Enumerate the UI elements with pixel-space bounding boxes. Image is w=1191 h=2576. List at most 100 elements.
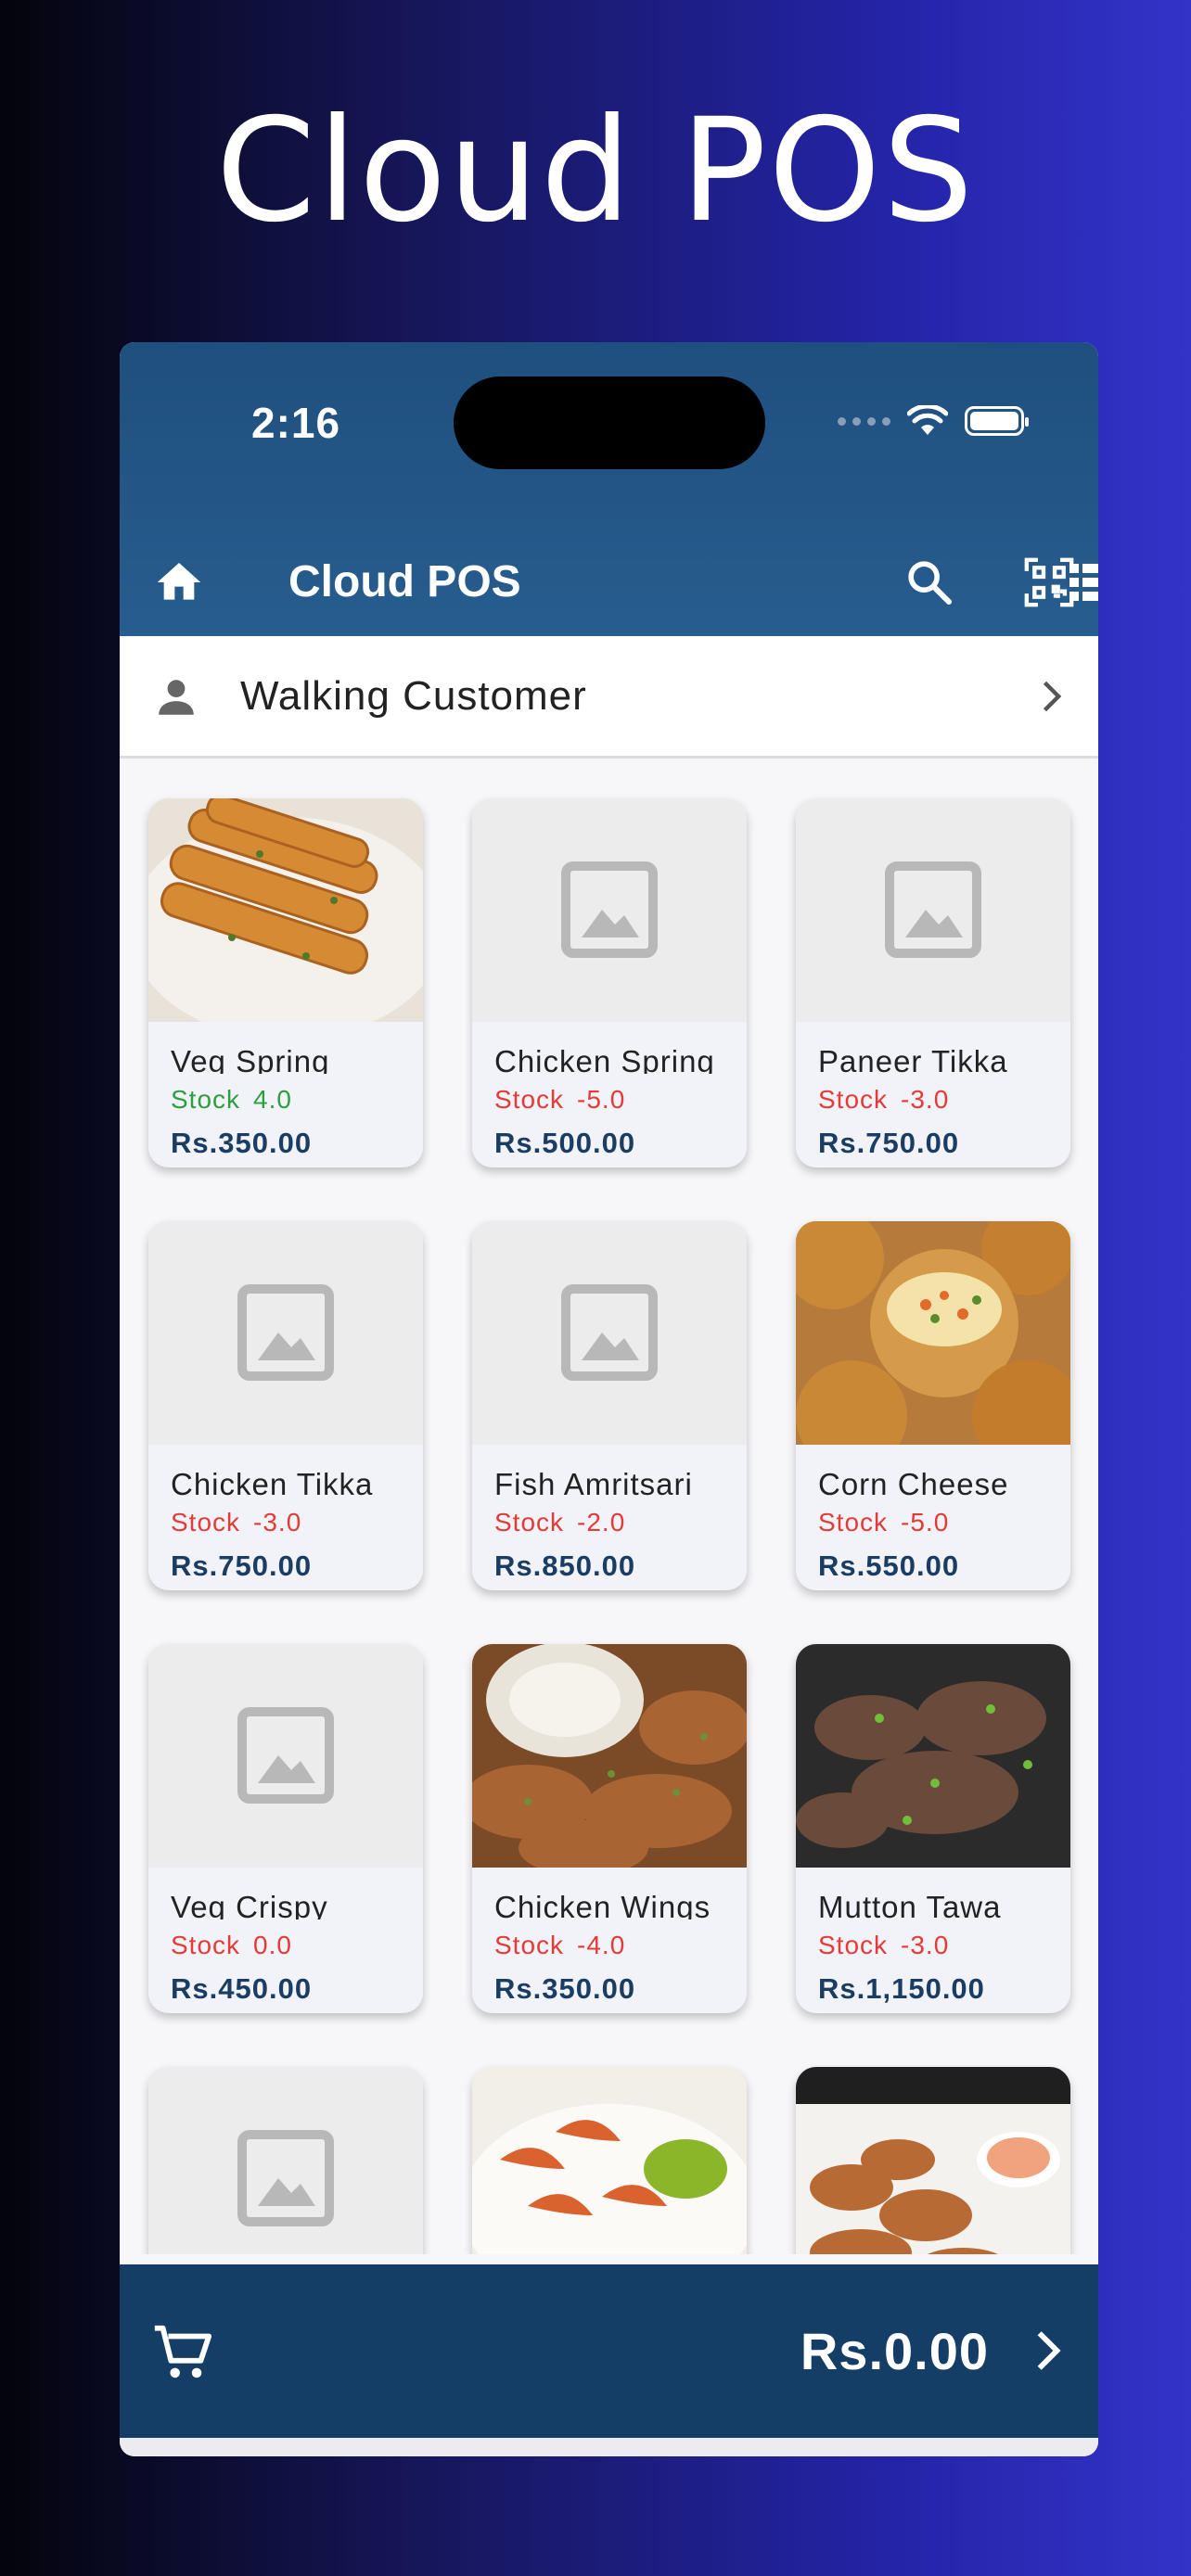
product-card[interactable]: Paneer Tikka Stock -3.0 Rs.750.00	[796, 798, 1070, 1167]
product-stock: Stock -3.0	[818, 1085, 949, 1115]
product-name: Mutton Tawa	[818, 1890, 1002, 1919]
product-image	[472, 1644, 747, 1868]
promo-title: Cloud POS	[215, 88, 976, 254]
stock-label: Stock	[171, 1931, 241, 1959]
wifi-icon	[907, 405, 948, 435]
cart-icon	[154, 2325, 212, 2378]
cart-bar[interactable]: Rs.0.00	[120, 2264, 1098, 2438]
product-info: Chicken Spring Stock -5.0 Rs.500.00	[472, 1022, 747, 1167]
product-card[interactable]: Veg Crispy Stock 0.0 Rs.450.00	[148, 1644, 423, 2013]
product-name: Paneer Tikka	[818, 1044, 1008, 1074]
product-card[interactable]: Chicken Tikka Stock -3.0 Rs.750.00	[148, 1221, 423, 1590]
product-stock: Stock -3.0	[818, 1931, 949, 1960]
chevron-right-icon	[1037, 2331, 1061, 2370]
product-image	[148, 798, 423, 1022]
stock-value: -5.0	[901, 1508, 950, 1537]
product-price: Rs.850.00	[494, 1549, 636, 1580]
status-time: 2:16	[251, 399, 341, 447]
app-toolbar: Cloud POS	[120, 528, 1098, 636]
product-price: Rs.350.00	[494, 1972, 636, 2003]
image-placeholder-icon	[148, 1644, 423, 1868]
cart-total: Rs.0.00	[800, 2322, 989, 2380]
product-stock: Stock 4.0	[171, 1085, 292, 1115]
product-card[interactable]: Chicken Spring Stock -5.0 Rs.500.00	[472, 798, 747, 1167]
stock-label: Stock	[818, 1931, 889, 1959]
product-grid: Veg Spring Stock 4.0 Rs.350.00 Chicken Sprin…	[120, 759, 1098, 2254]
product-card[interactable]	[472, 2067, 747, 2254]
stock-value: -2.0	[577, 1508, 626, 1537]
phone-screen: 2:16 Cloud POS Walking Customer Veg Spri…	[120, 342, 1098, 2456]
image-placeholder-icon	[796, 798, 1070, 1022]
image-placeholder-icon	[148, 2067, 423, 2254]
product-card[interactable]: Veg Spring Stock 4.0 Rs.350.00	[148, 798, 423, 1167]
product-card[interactable]: Chicken Wings Stock -4.0 Rs.350.00	[472, 1644, 747, 2013]
product-stock: Stock -4.0	[494, 1931, 625, 1960]
product-name: Corn Cheese	[818, 1467, 1009, 1497]
stock-label: Stock	[494, 1931, 565, 1959]
home-icon[interactable]	[146, 528, 212, 636]
stock-value: -3.0	[253, 1508, 302, 1537]
dynamic-island	[454, 376, 765, 469]
list-view-icon[interactable]	[1024, 528, 1098, 636]
product-name: Chicken Spring	[494, 1044, 715, 1074]
product-info: Mutton Tawa Stock -3.0 Rs.1,150.00	[796, 1868, 1070, 2013]
stock-value: 0.0	[253, 1931, 292, 1959]
product-stock: Stock -2.0	[494, 1508, 625, 1537]
stock-label: Stock	[171, 1508, 241, 1537]
product-name: Veg Spring	[171, 1044, 330, 1074]
product-info: Veg Crispy Stock 0.0 Rs.450.00	[148, 1868, 423, 2013]
chevron-right-icon	[1043, 681, 1062, 712]
app-header: 2:16 Cloud POS	[120, 342, 1098, 636]
product-image	[796, 1644, 1070, 1868]
customer-selector[interactable]: Walking Customer	[120, 636, 1098, 759]
product-info: Veg Spring Stock 4.0 Rs.350.00	[148, 1022, 423, 1167]
bottom-edge	[120, 2438, 1098, 2456]
product-info: Chicken Wings Stock -4.0 Rs.350.00	[472, 1868, 747, 2013]
status-icons	[838, 405, 1029, 437]
product-image	[796, 1221, 1070, 1445]
image-placeholder-icon	[472, 798, 747, 1022]
product-stock: Stock -5.0	[494, 1085, 625, 1115]
stock-value: -5.0	[577, 1085, 626, 1114]
person-icon	[159, 680, 194, 715]
stock-label: Stock	[171, 1085, 241, 1114]
stock-value: -3.0	[901, 1085, 950, 1114]
search-icon[interactable]	[896, 528, 963, 636]
product-info: Corn Cheese Stock -5.0 Rs.550.00	[796, 1445, 1070, 1590]
product-image	[796, 2067, 1070, 2254]
stock-value: 4.0	[253, 1085, 292, 1114]
product-info: Fish Amritsari Stock -2.0 Rs.850.00	[472, 1445, 747, 1590]
product-price: Rs.550.00	[818, 1549, 960, 1580]
product-card[interactable]: Fish Amritsari Stock -2.0 Rs.850.00	[472, 1221, 747, 1590]
product-name: Chicken Wings	[494, 1890, 711, 1919]
product-card[interactable]	[796, 2067, 1070, 2254]
product-info: Chicken Tikka Stock -3.0 Rs.750.00	[148, 1445, 423, 1590]
image-placeholder-icon	[148, 1221, 423, 1445]
product-stock: Stock 0.0	[171, 1931, 292, 1960]
stock-label: Stock	[494, 1508, 565, 1537]
product-price: Rs.500.00	[494, 1127, 636, 1157]
stock-label: Stock	[494, 1085, 565, 1114]
product-card[interactable]: Corn Cheese Stock -5.0 Rs.550.00	[796, 1221, 1070, 1590]
product-price: Rs.750.00	[171, 1549, 313, 1580]
product-info: Paneer Tikka Stock -3.0 Rs.750.00	[796, 1022, 1070, 1167]
product-card[interactable]	[148, 2067, 423, 2254]
product-price: Rs.750.00	[818, 1127, 960, 1157]
product-name: Chicken Tikka	[171, 1467, 374, 1497]
battery-icon	[965, 406, 1029, 436]
customer-name: Walking Customer	[240, 673, 587, 719]
product-stock: Stock -5.0	[818, 1508, 949, 1537]
app-title: Cloud POS	[288, 557, 521, 606]
product-price: Rs.450.00	[171, 1972, 313, 2003]
product-name: Veg Crispy	[171, 1890, 328, 1919]
product-stock: Stock -3.0	[171, 1508, 301, 1537]
stock-value: -4.0	[577, 1931, 626, 1959]
product-name: Fish Amritsari	[494, 1467, 693, 1497]
image-placeholder-icon	[472, 1221, 747, 1445]
product-price: Rs.350.00	[171, 1127, 313, 1157]
stock-value: -3.0	[901, 1931, 950, 1959]
product-card[interactable]: Mutton Tawa Stock -3.0 Rs.1,150.00	[796, 1644, 1070, 2013]
product-image	[472, 2067, 747, 2254]
stock-label: Stock	[818, 1508, 889, 1537]
stock-label: Stock	[818, 1085, 889, 1114]
